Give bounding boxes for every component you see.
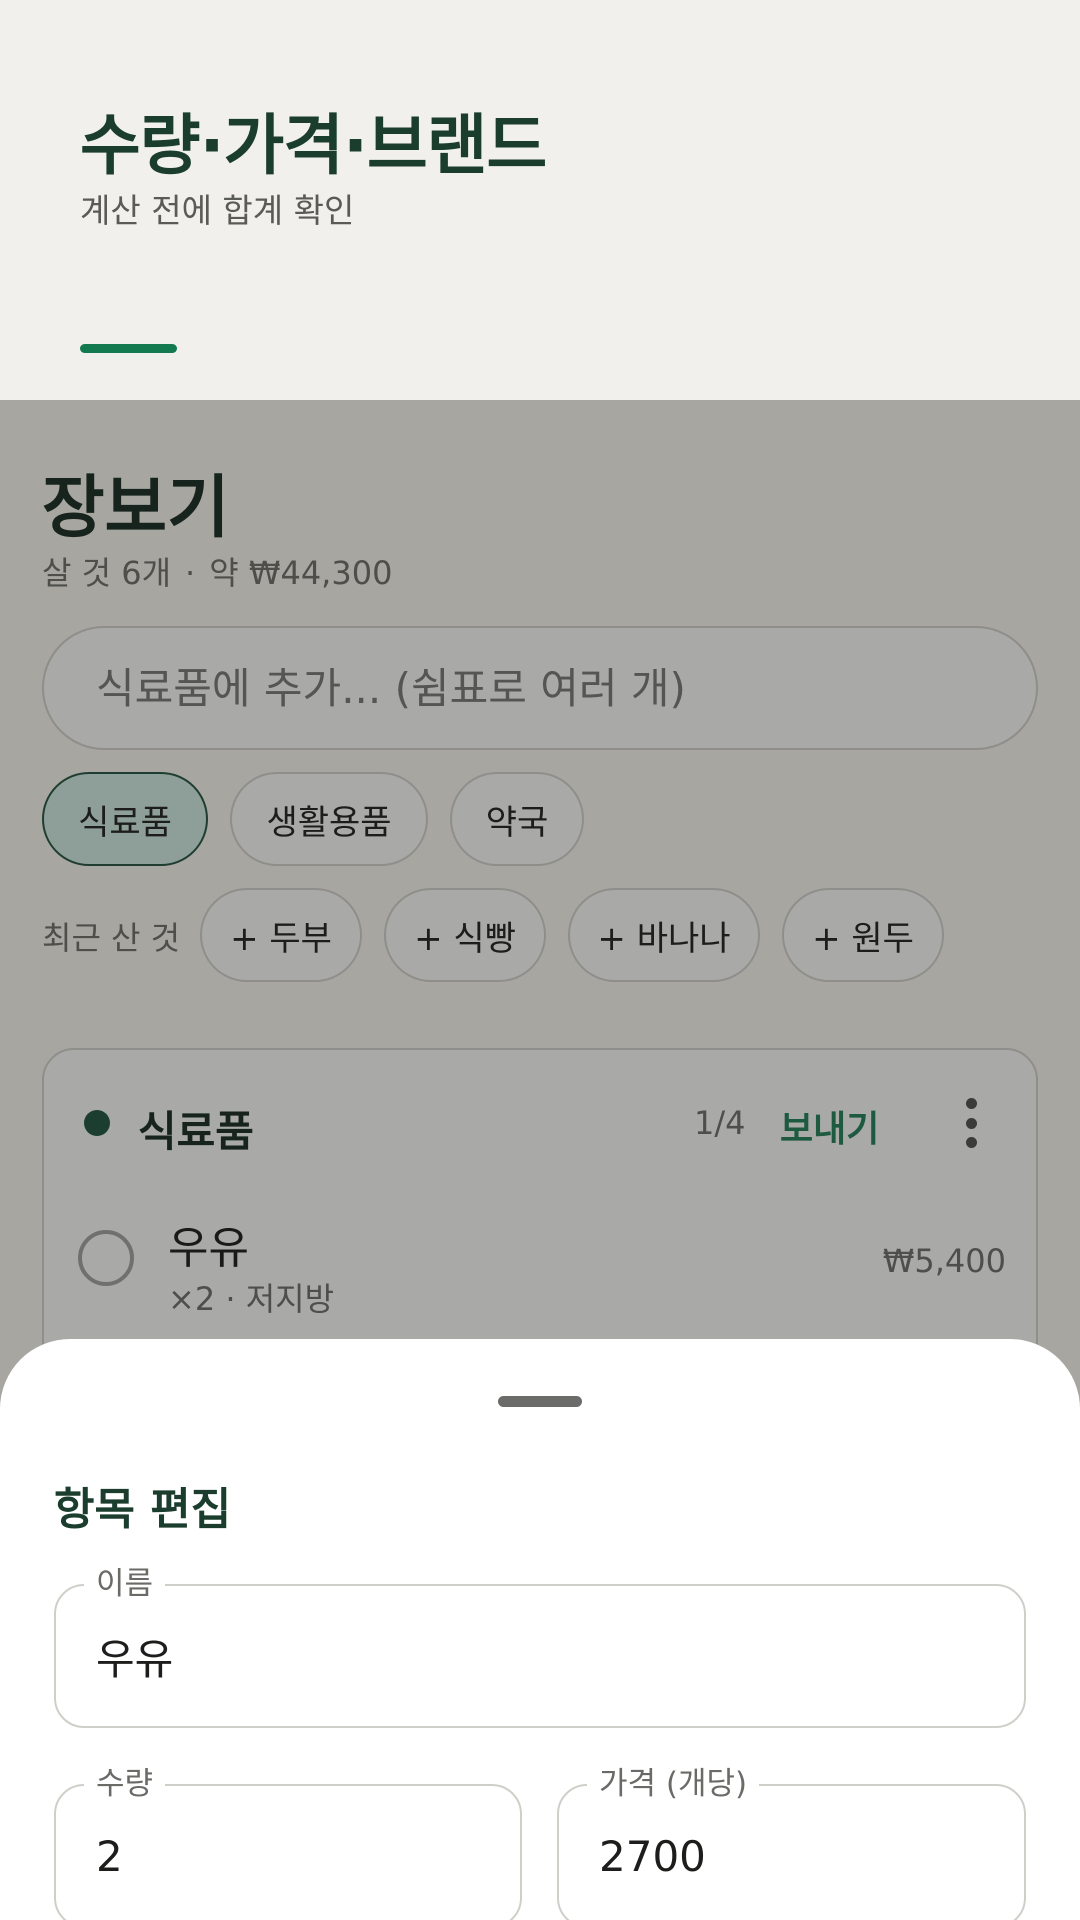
list-item-name[interactable]: 우유: [168, 1212, 249, 1276]
list-progress-count: 1/4: [694, 1104, 746, 1142]
item-count-text: 살 것 6개: [42, 554, 172, 592]
promo-header: 수량·가격·브랜드 계산 전에 합계 확인: [0, 0, 1080, 400]
category-color-dot: [84, 1110, 110, 1136]
quantity-field[interactable]: 수량 2: [54, 1764, 522, 1920]
price-field-value[interactable]: 2700: [599, 1786, 706, 1920]
recent-chip-bread[interactable]: + 식빵: [384, 888, 546, 982]
recent-label: 최근 산 것: [42, 919, 181, 957]
quantity-field-value[interactable]: 2: [96, 1786, 123, 1920]
summary-separator: ·: [185, 554, 196, 592]
promo-accent-bar: [80, 344, 177, 353]
category-chip-groceries[interactable]: 식료품: [42, 772, 208, 866]
recent-chip-banana[interactable]: + 바나나: [568, 888, 760, 982]
category-chip-household[interactable]: 생활용품: [230, 772, 428, 866]
name-field-value[interactable]: 우유: [96, 1586, 173, 1726]
send-button[interactable]: 보내기: [780, 1100, 879, 1152]
list-card-title: 식료품: [138, 1107, 254, 1156]
item-checkbox[interactable]: [78, 1230, 134, 1286]
more-options-icon[interactable]: [956, 1094, 986, 1152]
list-item-detail: ×2 · 저지방: [168, 1280, 335, 1318]
category-chip-pharmacy[interactable]: 약국: [450, 772, 584, 866]
name-field[interactable]: 이름 우유: [54, 1564, 1026, 1728]
edit-item-sheet: 항목 편집 이름 우유 수량 2 가격 (개당) 2700: [0, 1339, 1080, 1920]
total-estimate-text: 약 ₩44,300: [209, 554, 393, 592]
recent-chip-tofu[interactable]: + 두부: [200, 888, 362, 982]
list-item-price: ₩5,400: [882, 1242, 1006, 1280]
page-title: 장보기: [42, 469, 230, 548]
add-item-input[interactable]: [42, 626, 1038, 750]
promo-subtitle: 계산 전에 합계 확인: [80, 191, 355, 230]
price-field[interactable]: 가격 (개당) 2700: [557, 1764, 1026, 1920]
recent-chip-coffee-beans[interactable]: + 원두: [782, 888, 944, 982]
sheet-drag-handle[interactable]: [498, 1396, 582, 1407]
list-summary: 살 것 6개 · 약 ₩44,300: [42, 548, 392, 594]
sheet-title: 항목 편집: [54, 1484, 232, 1535]
promo-title: 수량·가격·브랜드: [80, 107, 547, 184]
